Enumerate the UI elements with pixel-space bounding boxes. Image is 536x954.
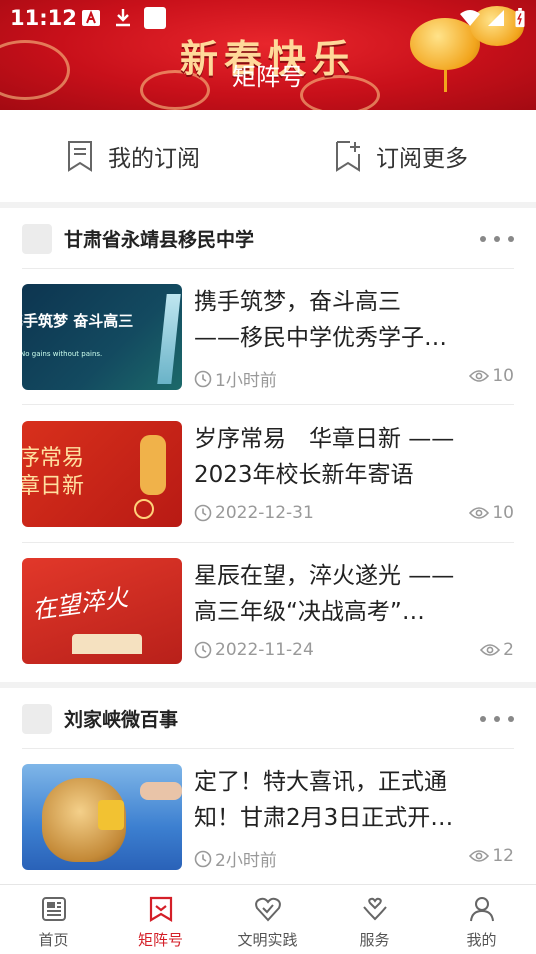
clock-icon <box>194 641 212 659</box>
bottom-tab-bar: 首页 矩阵号 文明实践 服务 我的 <box>0 884 536 954</box>
article-views: 2 <box>480 640 514 660</box>
article-title: 星辰在望，淬火遂光 —— 高三年级“决战高考”… <box>194 563 455 625</box>
article-item[interactable]: 携手筑梦 奋斗高三 No gains without pains. 携手筑梦，奋… <box>22 284 514 391</box>
eye-icon <box>480 644 501 656</box>
subscribe-more-label: 订阅更多 <box>376 146 468 172</box>
my-subscriptions-label: 我的订阅 <box>108 146 200 172</box>
tab-label: 服务 <box>359 931 390 949</box>
clock-icon <box>194 504 212 522</box>
channel-card: 刘家峡微百事 定了！特大喜讯，正式通 知！甘肃2月3日正式开… 2小时前 12 <box>0 688 536 884</box>
service-hands-icon <box>362 897 387 921</box>
user-icon <box>469 897 494 922</box>
lantern-graphic <box>140 435 166 495</box>
article-item[interactable]: 序常易 章日新 岁序常易 华章日新 —— 2023年校长新年寄语 2022-12… <box>22 421 514 527</box>
article-views: 10 <box>469 503 514 523</box>
divider <box>22 268 514 269</box>
tab-matrix[interactable]: 矩阵号 <box>107 895 214 953</box>
eye-icon <box>469 507 490 519</box>
tab-label: 矩阵号 <box>137 931 183 949</box>
wifi-icon <box>460 10 480 26</box>
more-options-icon[interactable] <box>480 710 514 728</box>
article-time: 2小时前 <box>194 846 277 871</box>
divider <box>22 748 514 749</box>
article-thumbnail: 序常易 章日新 <box>22 421 182 527</box>
thumbnail-subcaption: No gains without pains. <box>22 350 103 358</box>
page-title: 矩阵号 <box>232 63 304 91</box>
hand-graphic <box>140 782 182 800</box>
article-title: 携手筑梦，奋斗高三 ——移民中学优秀学子… <box>194 289 447 351</box>
article-thumbnail <box>22 764 182 870</box>
channel-avatar <box>22 224 52 254</box>
eye-icon <box>469 850 490 862</box>
status-bar: 11:12 <box>0 0 536 36</box>
bookmark-icon <box>149 896 172 922</box>
battery-icon <box>515 8 525 28</box>
article-time: 2022-11-24 <box>194 640 314 660</box>
status-time: 11:12 <box>10 6 77 30</box>
subscribe-more-button[interactable]: 订阅更多 <box>334 138 468 174</box>
download-icon <box>116 9 130 27</box>
article-thumbnail: 在望淬火 <box>22 558 182 664</box>
clock-icon <box>194 850 212 867</box>
thumbnail-caption: 序常易 章日新 <box>22 446 85 499</box>
tab-service[interactable]: 服务 <box>321 895 428 953</box>
building-graphic <box>157 294 181 384</box>
divider <box>22 404 514 405</box>
channel-card: 甘肃省永靖县移民中学 携手筑梦 奋斗高三 No gains without pa… <box>0 208 536 682</box>
article-item[interactable]: 定了！特大喜讯，正式通 知！甘肃2月3日正式开… 2小时前 12 <box>22 764 514 871</box>
more-options-icon[interactable] <box>480 230 514 248</box>
article-views: 10 <box>469 366 514 386</box>
bookmark-add-icon <box>336 141 360 172</box>
thumbnail-caption: 携手筑梦 奋斗高三 <box>22 312 134 330</box>
clock-icon <box>194 370 212 387</box>
tab-label: 文明实践 <box>237 931 298 949</box>
signal-icon <box>488 10 504 26</box>
channel-name: 刘家峡微百事 <box>64 709 179 731</box>
divider <box>22 542 514 543</box>
tab-label: 首页 <box>38 931 69 949</box>
channel-header[interactable]: 甘肃省永靖县移民中学 <box>22 224 514 254</box>
tab-label: 我的 <box>466 931 497 949</box>
my-subscriptions-button[interactable]: 我的订阅 <box>66 138 200 174</box>
header-banner: 新春快乐 矩阵号 11:12 <box>0 0 536 110</box>
channel-name: 甘肃省永靖县移民中学 <box>64 229 255 251</box>
tab-mine[interactable]: 我的 <box>428 895 535 953</box>
bookmark-list-icon <box>68 141 92 172</box>
article-item[interactable]: 在望淬火 星辰在望，淬火遂光 —— 高三年级“决战高考”… 2022-11-24… <box>22 558 514 664</box>
app-notification-icon <box>82 10 100 26</box>
padlock-graphic <box>98 800 124 830</box>
channel-avatar <box>22 704 52 734</box>
subscribe-bar: 我的订阅 订阅更多 <box>0 110 536 202</box>
eye-icon <box>469 370 490 382</box>
article-title: 岁序常易 华章日新 —— 2023年校长新年寄语 <box>194 426 455 488</box>
heart-check-icon <box>254 897 281 922</box>
square-notification-icon <box>144 7 166 29</box>
tab-home[interactable]: 首页 <box>0 895 107 953</box>
app-root: 新春快乐 矩阵号 11:12 我的订阅 订阅更多 甘肃省永靖县移民中学 手筑梦 … <box>0 0 536 954</box>
book-graphic <box>72 634 142 654</box>
thumbnail-caption: 在望淬火 <box>30 583 130 625</box>
article-thumbnail: 携手筑梦 奋斗高三 No gains without pains. <box>22 284 182 390</box>
article-views: 12 <box>469 846 514 866</box>
article-time: 1小时前 <box>194 366 277 391</box>
article-title: 定了！特大喜讯，正式通 知！甘肃2月3日正式开… <box>194 769 454 831</box>
article-time: 2022-12-31 <box>194 503 314 523</box>
knot-graphic <box>134 499 154 519</box>
channel-header[interactable]: 刘家峡微百事 <box>22 704 514 734</box>
tab-civilization[interactable]: 文明实践 <box>214 895 321 953</box>
newspaper-icon <box>41 897 66 921</box>
